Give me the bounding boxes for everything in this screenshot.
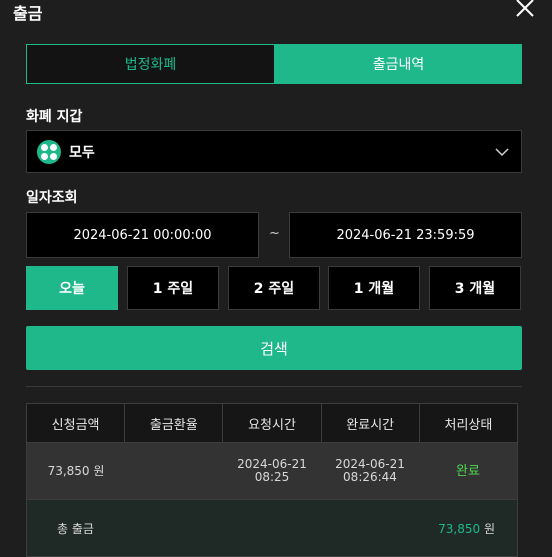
- start-date-input[interactable]: 2024-06-21 00:00:00: [26, 212, 259, 258]
- request-time: 08:25: [254, 470, 290, 484]
- wallet-label: 화폐 지갑: [26, 109, 83, 125]
- wallet-selected-value: 모두: [69, 144, 95, 161]
- date-separator: ~: [269, 226, 280, 241]
- table-row: 73,850 원 2024-06-21 08:25 2024-06-21 08:…: [27, 442, 517, 499]
- page-title: 출금: [13, 4, 43, 23]
- total-amount: 73,850 원: [438, 520, 495, 537]
- withdrawal-table: 신청금액 출금환율 요청시간 완료시간 처리상태 73,850 원 2024-0…: [26, 403, 518, 557]
- cell-rate: [125, 443, 223, 499]
- cell-request-time: 2024-06-21 08:25: [223, 443, 321, 499]
- divider: [26, 386, 522, 387]
- column-header-request-amount: 신청금액: [27, 404, 126, 442]
- search-button[interactable]: 검색: [26, 326, 522, 370]
- table-footer: 총 출금 73,850 원: [27, 499, 517, 556]
- cell-amount: 73,850 원: [47, 463, 105, 478]
- total-label: 총 출금: [57, 521, 94, 536]
- cell-complete-time: 2024-06-21 08:26:44: [321, 443, 419, 499]
- complete-time: 08:26:44: [343, 470, 397, 484]
- total-amount-value: 73,850: [438, 521, 481, 536]
- date-query-label: 일자조회: [26, 190, 78, 206]
- chevron-down-icon: [495, 144, 509, 163]
- wallet-select[interactable]: 모두: [26, 130, 522, 173]
- column-header-exchange-rate: 출금환율: [125, 404, 224, 442]
- tab-fiat[interactable]: 법정화폐: [26, 44, 275, 84]
- status-badge: 완료: [456, 463, 480, 479]
- end-date-input[interactable]: 2024-06-21 23:59:59: [289, 212, 522, 258]
- table-header: 신청금액 출금환율 요청시간 완료시간 처리상태: [27, 404, 517, 442]
- range-1-month-button[interactable]: 1 개월: [328, 266, 420, 310]
- column-header-status: 처리상태: [444, 417, 493, 433]
- close-icon[interactable]: [514, 0, 536, 18]
- column-header-request-time: 요청시간: [223, 404, 322, 442]
- coin-icon: [37, 139, 61, 164]
- range-3-month-button[interactable]: 3 개월: [429, 266, 521, 310]
- range-today-button[interactable]: 오늘: [26, 266, 118, 310]
- total-amount-unit: 원: [483, 521, 495, 536]
- tab-withdrawal-history[interactable]: 출금내역: [275, 44, 522, 84]
- range-2-week-button[interactable]: 2 주일: [228, 266, 320, 310]
- tab-bar: 법정화폐 출금내역: [26, 44, 522, 84]
- range-1-week-button[interactable]: 1 주일: [127, 266, 219, 310]
- column-header-complete-time: 완료시간: [322, 404, 420, 442]
